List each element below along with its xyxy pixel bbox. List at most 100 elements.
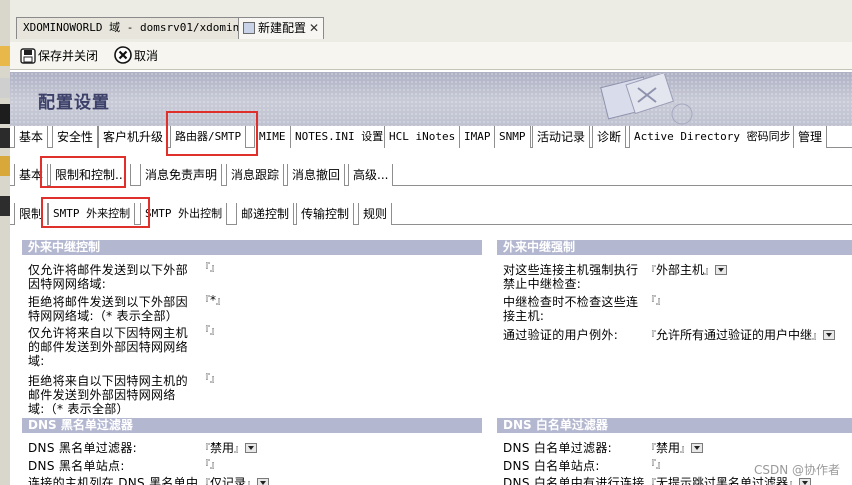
tab-active-directory[interactable]: Active Directory 密码同步	[629, 126, 796, 148]
tab-rules[interactable]: 规则	[358, 203, 393, 225]
window-tab-label: XDOMINOWORLD 域 - domsrv01/xdomino	[23, 21, 246, 34]
chevron-down-icon[interactable]	[715, 265, 728, 275]
close-icon[interactable]: ✕	[309, 18, 319, 38]
allow-hosts-field[interactable]: 『』	[200, 323, 220, 339]
window-tab-domain[interactable]: XDOMINOWORLD 域 - domsrv01/xdomino	[16, 17, 246, 39]
tab-limits-controls[interactable]: 限制和控制...	[50, 164, 132, 186]
field-bracket-open: 『	[200, 263, 210, 274]
field-value: 仅记录	[210, 476, 247, 485]
banner-graphic	[600, 74, 693, 125]
chevron-down-icon[interactable]	[691, 443, 704, 453]
tab-sub-basic[interactable]: 基本	[14, 164, 49, 186]
dns-blacklist-action-dropdown[interactable]: 『仅记录』	[200, 476, 270, 485]
banner-pattern	[10, 72, 852, 126]
tab-delivery-control[interactable]: 邮递控制	[236, 203, 295, 225]
tab-advanced[interactable]: 高级...	[348, 164, 394, 186]
section-header-relay-controls: 外来中继控制	[22, 240, 482, 255]
tab-basic[interactable]: 基本	[14, 126, 49, 148]
dns-blacklist-dropdown[interactable]: 『禁用』	[200, 441, 258, 457]
app-icon[interactable]	[0, 128, 10, 148]
field-value: 禁用	[210, 441, 235, 455]
tab-notes-ini[interactable]: NOTES.INI 设置	[290, 126, 389, 148]
field-bracket-open: 『	[646, 479, 656, 485]
field-bracket-close: 』	[246, 479, 257, 485]
auth-user-exception-dropdown[interactable]: 『允许所有通过验证的用户中继』	[646, 328, 836, 344]
tab-label: 客户机升级	[103, 130, 164, 144]
field-value: 允许所有通过验证的用户中继	[656, 328, 813, 342]
tab-label: 路由器/SMTP	[175, 130, 242, 143]
field-bracket-open: 『	[200, 460, 210, 471]
field-label: 连接的主机列在 DNS 黑名单中	[28, 476, 199, 485]
field-bracket-open: 『	[646, 296, 656, 307]
tab-router-smtp[interactable]: 路由器/SMTP	[170, 126, 247, 148]
allow-domains-field[interactable]: 『』	[200, 260, 220, 276]
tab-imap[interactable]: IMAP	[459, 126, 496, 148]
deny-domains-field[interactable]: 『*』	[200, 293, 226, 309]
tab-label: 基本	[19, 130, 44, 144]
field-bracket-close: 』	[210, 263, 220, 274]
tab-transfer-control[interactable]: 传输控制	[296, 203, 355, 225]
document-icon[interactable]	[0, 78, 10, 98]
field-label: DNS 白名单中有进行连接	[503, 476, 645, 485]
action-toolbar: 保存并关闭 取消	[10, 42, 852, 70]
tab-message-recall[interactable]: 消息撤回	[287, 164, 346, 186]
tab-smtp-outbound[interactable]: SMTP 外出控制	[140, 203, 228, 225]
tab-activity-log[interactable]: 活动记录	[532, 126, 591, 148]
chevron-down-icon[interactable]	[799, 478, 812, 485]
tab-label: 规则	[363, 207, 388, 221]
chevron-down-icon[interactable]	[823, 330, 836, 340]
chevron-down-icon[interactable]	[245, 443, 258, 453]
document-icon	[243, 22, 255, 34]
tab-smtp-inbound[interactable]: SMTP 外来控制	[48, 203, 136, 225]
tab-client-upgrade[interactable]: 客户机升级	[98, 126, 169, 148]
tab-label: SNMP	[499, 130, 526, 143]
dns-blacklist-sites-field[interactable]: 『』	[200, 457, 220, 473]
exclude-hosts-field[interactable]: 『』	[646, 293, 666, 309]
dns-whitelist-dropdown[interactable]: 『禁用』	[646, 441, 704, 457]
field-bracket-open: 『	[200, 479, 210, 485]
tab-hcl-inotes[interactable]: HCL iNotes	[384, 126, 461, 148]
field-bracket-close: 』	[216, 296, 226, 307]
window-tab-bar: XDOMINOWORLD 域 - domsrv01/xdomino 新建配置 ✕	[10, 0, 852, 42]
folder-icon[interactable]	[0, 156, 10, 176]
chevron-down-icon[interactable]	[257, 478, 270, 485]
field-label: DNS 白名单过滤器:	[503, 441, 612, 455]
tab-label: 管理	[798, 130, 823, 144]
tab-message-disclaimer[interactable]: 消息免责声明	[140, 164, 223, 186]
field-label: DNS 黑名单站点:	[28, 459, 125, 473]
tab-label: 限制	[19, 207, 44, 221]
folder-icon[interactable]	[0, 46, 10, 66]
tab-security[interactable]: 安全性	[52, 126, 99, 148]
enforce-hosts-dropdown[interactable]: 『外部主机』	[646, 263, 728, 279]
tab-label: HCL iNotes	[389, 130, 456, 143]
field-bracket-close: 』	[234, 444, 245, 455]
app-icon[interactable]	[0, 104, 10, 124]
tab-diagnostics[interactable]: 诊断	[592, 126, 627, 148]
tab-label: 活动记录	[537, 130, 586, 144]
tab-label: 高级...	[353, 168, 389, 182]
cancel-button[interactable]: 取消	[114, 45, 158, 67]
tab-mime[interactable]: MIME	[254, 126, 291, 148]
field-value: 外部主机	[656, 263, 705, 277]
page-title: 配置设置	[38, 93, 110, 113]
field-bracket-close: 』	[210, 460, 220, 471]
tab-restrictions[interactable]: 限制	[14, 203, 49, 225]
save-close-button[interactable]: 保存并关闭	[20, 45, 98, 67]
sub-tab-bar: 基本 限制和控制... 消息免责声明 消息跟踪 消息撤回 高级...	[10, 164, 852, 186]
tab-label: 限制和控制...	[55, 168, 127, 182]
field-bracket-open: 『	[200, 296, 210, 307]
tab-message-tracking[interactable]: 消息跟踪	[226, 164, 285, 186]
app-icon[interactable]	[0, 196, 10, 216]
deny-hosts-field[interactable]: 『』	[200, 371, 220, 387]
field-bracket-close: 』	[704, 266, 715, 277]
window-tab-new-config[interactable]: 新建配置 ✕	[238, 17, 324, 39]
tab-label: 安全性	[57, 130, 94, 144]
tab-label: IMAP	[464, 130, 491, 143]
dns-whitelist-sites-field[interactable]: 『』	[646, 457, 666, 473]
section-header-dns-whitelist: DNS 白名单过滤器	[497, 418, 852, 433]
tab-snmp[interactable]: SNMP	[494, 126, 531, 148]
save-icon	[20, 48, 36, 64]
tab-label: MIME	[259, 130, 286, 143]
tab-label: SMTP 外来控制	[53, 207, 131, 220]
tab-admin[interactable]: 管理	[793, 126, 828, 148]
